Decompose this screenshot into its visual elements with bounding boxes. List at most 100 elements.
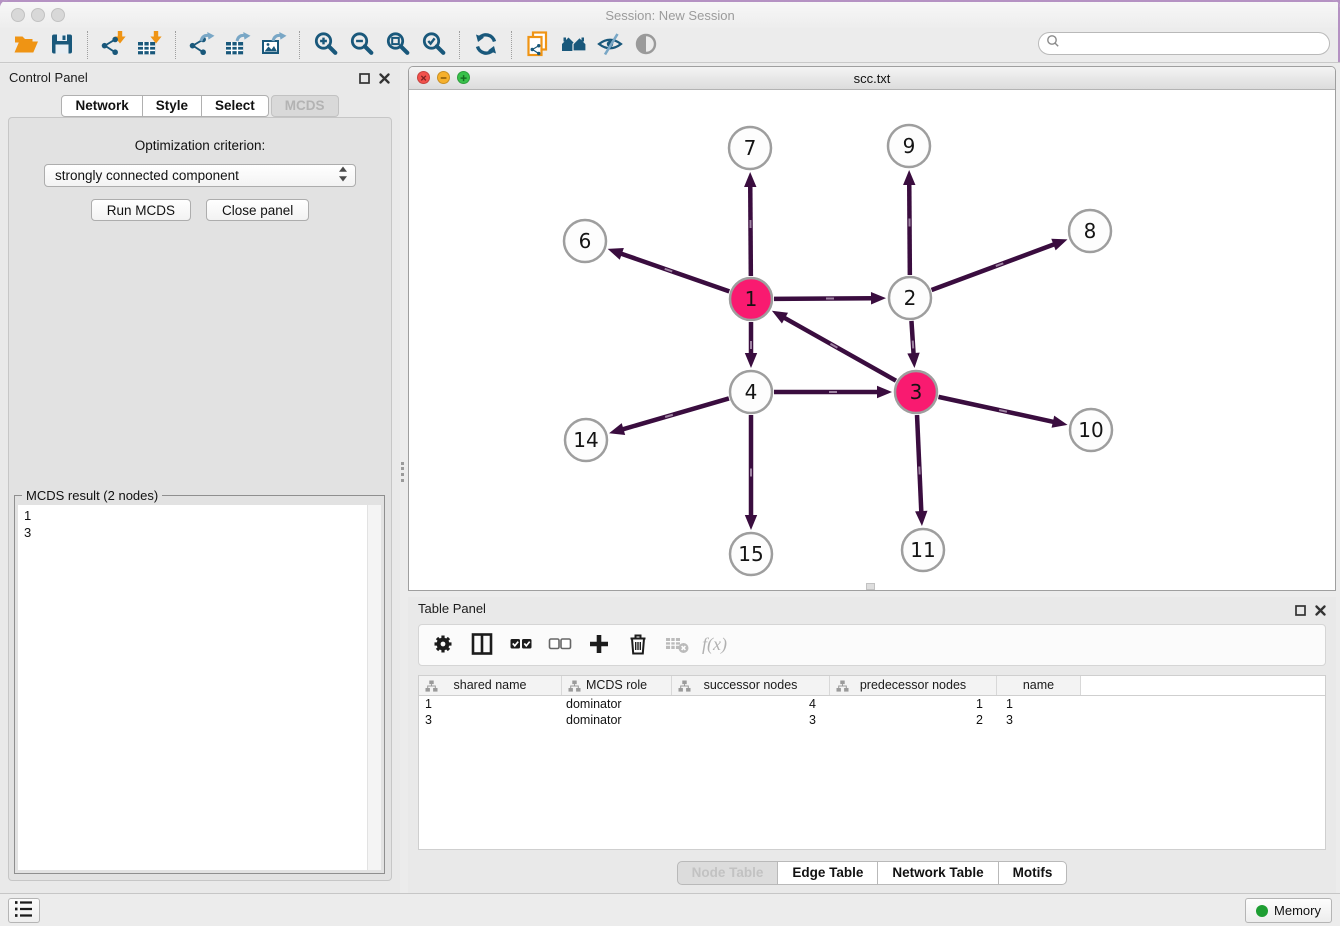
network-canvas[interactable]: 7 9 6 8 1 2 4 3 14 10 15 11	[409, 90, 1335, 591]
close-panel-button[interactable]: Close panel	[206, 199, 309, 221]
select-all-icon	[508, 631, 534, 660]
show-all-icon	[633, 31, 659, 60]
graph-node-label: 11	[910, 538, 935, 562]
tab-network[interactable]: Network	[61, 95, 142, 117]
export-image-icon	[261, 31, 287, 60]
mcds-tab-content: Optimization criterion: strongly connect…	[8, 117, 392, 881]
settings-gear-button[interactable]	[429, 630, 457, 660]
tab-style[interactable]: Style	[142, 95, 202, 117]
tab-select[interactable]: Select	[201, 95, 269, 117]
graph-edge-1-7[interactable]	[744, 172, 756, 276]
hide-selected-icon	[597, 31, 623, 60]
select-all-button[interactable]	[507, 630, 535, 660]
zoom-fit-button[interactable]	[380, 30, 416, 60]
graph-edge-2-3[interactable]	[907, 321, 919, 368]
application-window: Session: New Session Control Panel Netwo…	[0, 0, 1340, 926]
column-header-predecessor-nodes[interactable]: predecessor nodes	[830, 676, 997, 695]
task-history-button[interactable]	[8, 898, 40, 923]
canvas-scroll-grip[interactable]	[866, 583, 875, 590]
memory-button[interactable]: Memory	[1245, 898, 1332, 923]
graph-node-4[interactable]: 4	[730, 371, 772, 413]
graph-node-7[interactable]: 7	[729, 127, 771, 169]
table-row[interactable]: 1dominator411	[419, 696, 1325, 712]
first-neighbors-button[interactable]	[556, 30, 592, 60]
export-network-button[interactable]	[184, 30, 220, 60]
show-all-button[interactable]	[628, 30, 664, 60]
zoom-selected-button[interactable]	[416, 30, 452, 60]
table-row[interactable]: 3dominator323	[419, 712, 1325, 728]
zoom-in-button[interactable]	[308, 30, 344, 60]
tab-motifs[interactable]: Motifs	[998, 861, 1068, 885]
graph-edge-3-1[interactable]	[772, 311, 896, 381]
hide-selected-button[interactable]	[592, 30, 628, 60]
deselect-all-button[interactable]	[546, 630, 574, 660]
close-panel-icon[interactable]	[379, 71, 390, 82]
graph-edge-1-6[interactable]	[608, 248, 730, 291]
tab-edge-table[interactable]: Edge Table	[777, 861, 878, 885]
graph-node-11[interactable]: 11	[902, 529, 944, 571]
close-table-panel-icon[interactable]	[1315, 603, 1326, 614]
column-header-label: predecessor nodes	[860, 678, 966, 692]
clone-network-button[interactable]	[520, 30, 556, 60]
criterion-select[interactable]: strongly connected component	[44, 164, 356, 187]
zoom-fit-icon	[385, 31, 411, 60]
graph-node-label: 10	[1078, 418, 1103, 442]
tab-node-table[interactable]: Node Table	[677, 861, 779, 885]
graph-edge-1-4[interactable]	[745, 322, 757, 368]
table-panel: Table Panel f(x) shared nameMCDS rolesuc…	[408, 597, 1336, 893]
graph-edge-4-14[interactable]	[609, 398, 729, 435]
graph-node-6[interactable]: 6	[564, 220, 606, 262]
graph-node-3[interactable]: 3	[895, 371, 937, 413]
import-table-button[interactable]	[132, 30, 168, 60]
graph-edge-3-10[interactable]	[938, 397, 1067, 428]
status-bar: Memory	[0, 893, 1340, 926]
result-scrollbar[interactable]	[367, 505, 381, 870]
mcds-result-groupbox: MCDS result (2 nodes) 1 3	[14, 495, 385, 874]
export-image-button[interactable]	[256, 30, 292, 60]
open-session-button[interactable]	[8, 30, 44, 60]
import-network-button[interactable]	[96, 30, 132, 60]
graph-edge-1-2[interactable]	[774, 292, 886, 304]
graph-node-8[interactable]: 8	[1069, 210, 1111, 252]
column-header-successor-nodes[interactable]: successor nodes	[672, 676, 830, 695]
column-header-shared-name[interactable]: shared name	[419, 676, 562, 695]
table-cell: 1	[419, 696, 562, 712]
mcds-result-textarea[interactable]: 1 3	[18, 505, 381, 870]
column-header-mcds-role[interactable]: MCDS role	[562, 676, 672, 695]
graph-edge-3-11[interactable]	[915, 415, 927, 526]
graph-edge-4-15[interactable]	[745, 415, 757, 530]
column-header-name[interactable]: name	[997, 676, 1081, 695]
tab-mcds[interactable]: MCDS	[271, 95, 339, 117]
float-panel-icon[interactable]	[359, 71, 370, 82]
edge-label-mark	[749, 220, 751, 228]
tree-icon	[678, 679, 691, 697]
save-session-button[interactable]	[44, 30, 80, 60]
search-input[interactable]	[1060, 34, 1329, 54]
memory-label: Memory	[1274, 903, 1321, 918]
graph-node-1[interactable]: 1	[730, 278, 772, 320]
refresh-layout-button[interactable]	[468, 30, 504, 60]
graph-edge-2-9[interactable]	[903, 170, 915, 275]
add-row-button[interactable]	[585, 630, 613, 660]
graph-node-2[interactable]: 2	[889, 277, 931, 319]
panel-splitter-handle[interactable]	[401, 462, 408, 482]
edge-label-mark	[829, 391, 837, 393]
export-table-button[interactable]	[220, 30, 256, 60]
graph-edge-2-8[interactable]	[932, 239, 1068, 290]
graph-node-9[interactable]: 9	[888, 125, 930, 167]
network-window-titlebar[interactable]: scc.txt	[409, 67, 1335, 90]
graph-node-14[interactable]: 14	[565, 419, 607, 461]
session-title: Session: New Session	[0, 8, 1340, 23]
search-box	[1038, 32, 1330, 55]
delete-row-button[interactable]	[624, 630, 652, 660]
graph-node-10[interactable]: 10	[1070, 409, 1112, 451]
table-toolbar: f(x)	[418, 624, 1326, 666]
graph-node-15[interactable]: 15	[730, 533, 772, 575]
run-mcds-button[interactable]: Run MCDS	[91, 199, 191, 221]
tab-network-table[interactable]: Network Table	[877, 861, 998, 885]
zoom-out-icon	[349, 31, 375, 60]
split-columns-button[interactable]	[468, 630, 496, 660]
graph-edge-4-3[interactable]	[774, 386, 892, 398]
zoom-out-button[interactable]	[344, 30, 380, 60]
float-table-panel-icon[interactable]	[1295, 603, 1306, 614]
